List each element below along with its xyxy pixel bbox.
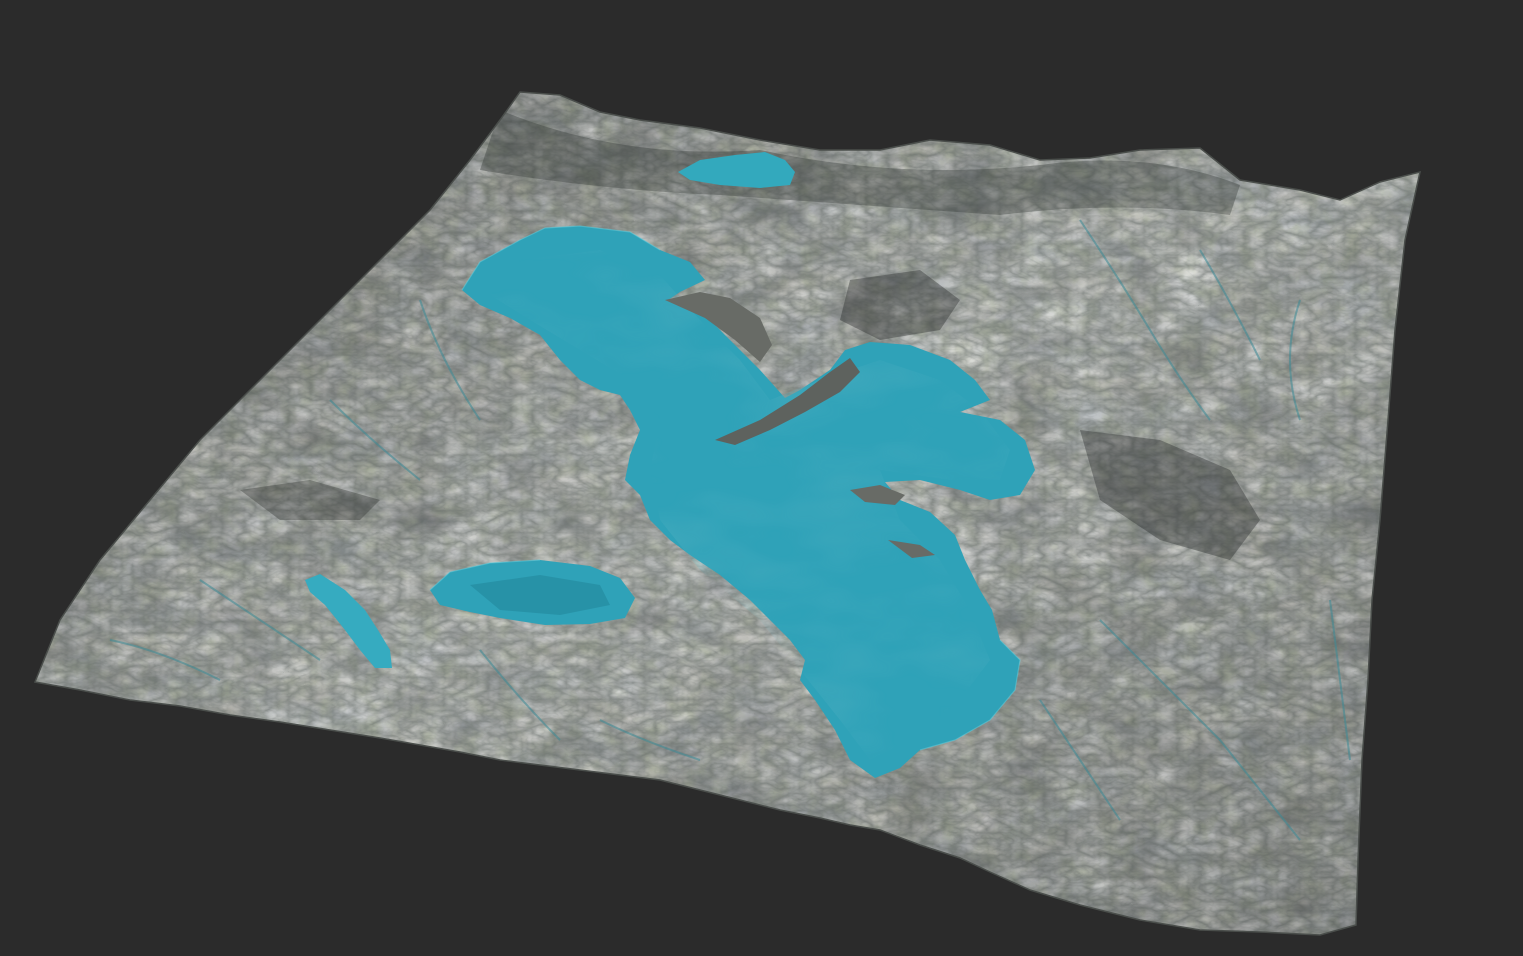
render-viewport[interactable]: [0, 0, 1523, 956]
terrain-render[interactable]: [0, 0, 1523, 956]
